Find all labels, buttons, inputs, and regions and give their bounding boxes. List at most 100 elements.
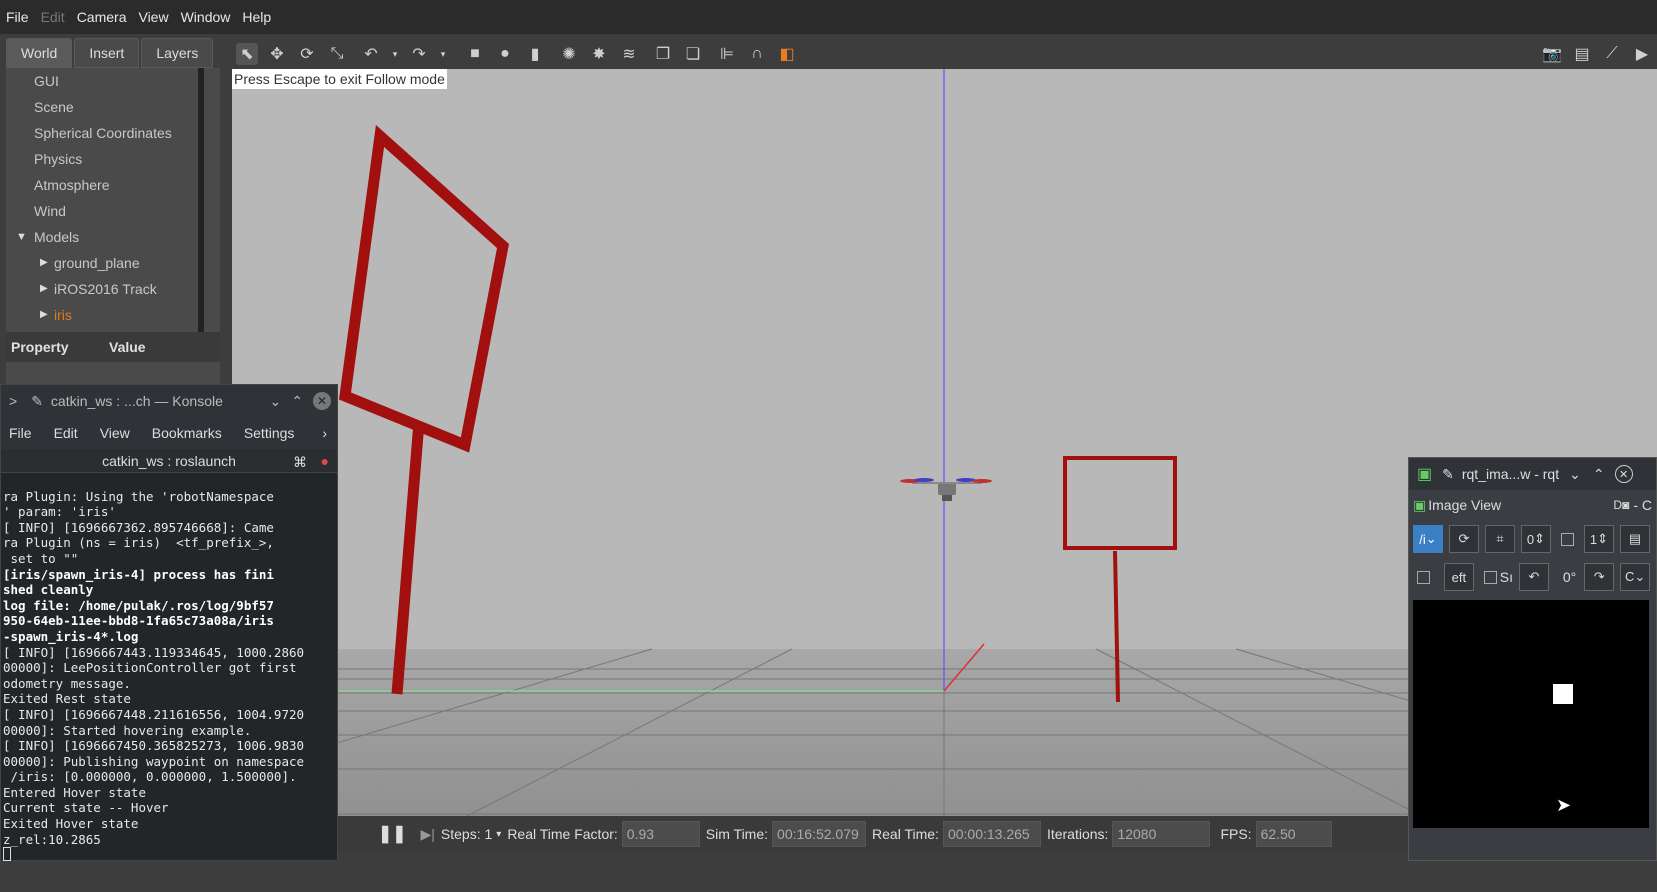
rotate-left-icon[interactable]: ↶ [1519,563,1549,591]
directional-light-icon[interactable]: ≋ [618,43,640,65]
terminal-output[interactable]: ra Plugin: Using the 'robotNamespace ' pa… [1,473,337,892]
minimize-icon[interactable]: ⌄ [270,393,282,410]
screenshot-icon[interactable]: 📷 [1541,43,1563,65]
snap-icon[interactable]: ∩ [746,43,768,65]
rotate-right-icon[interactable]: ↷ [1584,563,1615,591]
rotation-label: 0° [1562,569,1577,585]
checkbox-1[interactable] [1561,532,1574,546]
chevron-down-icon[interactable]: ▼ [16,224,27,250]
follow-mode-hint: Press Escape to exit Follow mode [232,69,447,89]
tab-layers[interactable]: Layers [141,38,214,68]
help-icon[interactable]: D◙ [1613,498,1629,512]
menubar: File Edit Camera View Window Help [0,0,1657,34]
konsole-tab[interactable]: catkin_ws : roslaunch ⌘ ● [1,449,337,473]
tree-item-scene[interactable]: Scene [6,94,220,120]
menu-view[interactable]: View [138,9,168,25]
tree-item-gui[interactable]: GUI [6,68,220,94]
translate-icon[interactable]: ✥ [266,43,288,65]
paste-icon[interactable]: ❏ [682,43,704,65]
rotate-icon[interactable]: ⟳ [296,43,318,65]
menu-file[interactable]: File [6,9,29,25]
num-spin-2[interactable]: 1 ⇕ [1584,525,1614,553]
konsole-menu-bookmarks[interactable]: Bookmarks [152,425,222,441]
konsole-menu-settings[interactable]: Settings [244,425,295,441]
menu-edit[interactable]: Edit [41,9,65,25]
color-select[interactable]: C⌄ [1620,563,1651,591]
steps-dropdown-icon[interactable]: ▾ [496,829,501,840]
tree-item-atmosphere[interactable]: Atmosphere [6,172,220,198]
tree-item-models[interactable]: ▼ Models [6,224,220,250]
video-icon[interactable]: ▶ [1631,43,1653,65]
image-view-controls-1: /i ⌄ ⟳ ⌗ 0 ⇕ 1 ⇕ ▤ [1409,520,1656,558]
topic-select[interactable]: /i ⌄ [1413,525,1443,553]
redo-dropdown-icon[interactable]: ▾ [438,43,448,65]
spot-light-icon[interactable]: ✸ [588,43,610,65]
rqt-titlebar[interactable]: ▣ ✎ rqt_ima...w - rqt ⌄ ⌃ ✕ [1409,458,1656,490]
tree-item-iris[interactable]: ▶ iris [6,302,220,328]
chevron-right-icon[interactable]: › [322,425,327,441]
refresh-icon[interactable]: ⟳ [1449,525,1479,553]
step-icon[interactable]: ▶| [421,826,435,843]
box-icon[interactable]: ■ [464,43,486,65]
konsole-menu-file[interactable]: File [9,425,32,441]
zoom-fit-icon[interactable]: ⌗ [1485,525,1515,553]
pin-icon[interactable]: ✎ [1442,466,1454,483]
cylinder-icon[interactable]: ▮ [524,43,546,65]
chevron-right-icon[interactable]: ▶ [40,250,48,276]
tree-item-spherical[interactable]: Spherical Coordinates [6,120,220,146]
konsole-menubar: File Edit View Bookmarks Settings › [1,417,337,449]
konsole-title: catkin_ws : ...ch — Konsole [50,393,223,409]
view-angle-icon[interactable]: ◧ [776,43,798,65]
close-icon[interactable]: ✕ [313,392,331,410]
chevron-right-icon[interactable]: ▶ [40,302,48,328]
image-display[interactable]: ➤ [1413,600,1649,828]
image-view-header: ▣ Image View D◙ - C [1409,490,1656,520]
tab-close-icon[interactable]: ● [321,449,329,473]
select-icon[interactable]: ⬉ [236,43,258,65]
tab-insert[interactable]: Insert [74,38,140,68]
menu-window[interactable]: Window [181,9,231,25]
rqt-window: ▣ ✎ rqt_ima...w - rqt ⌄ ⌃ ✕ ▣ Image View… [1408,457,1657,861]
maximize-icon[interactable]: ⌃ [291,393,303,410]
tree-item-ground-plane[interactable]: ▶ ground_plane [6,250,220,276]
close-icon[interactable]: ✕ [1614,465,1633,483]
tree-scrollbar[interactable] [198,68,204,332]
iterations-label: Iterations: [1046,826,1109,842]
tree-item-iros-track[interactable]: ▶ iROS2016 Track [6,276,220,302]
scale-icon[interactable]: ⤡ [326,43,348,65]
undo-dropdown-icon[interactable]: ▾ [390,43,400,65]
konsole-titlebar[interactable]: > ✎ catkin_ws : ...ch — Konsole ⌄ ⌃ ✕ [1,385,337,417]
tab-world[interactable]: World [6,38,73,68]
point-light-icon[interactable]: ✺ [558,43,580,65]
menu-help[interactable]: Help [242,9,271,25]
tree-item-physics[interactable]: Physics [6,146,220,172]
align-icon[interactable]: ⊫ [716,43,738,65]
menu-camera[interactable]: Camera [77,9,127,25]
redo-icon[interactable]: ↷ [408,43,430,65]
left-tabs: World Insert Layers [6,38,215,68]
tree-item-wind[interactable]: Wind [6,198,220,224]
checkbox-3[interactable] [1483,570,1497,584]
sphere-icon[interactable]: ● [494,43,516,65]
save-icon[interactable]: ▤ [1620,525,1650,553]
eft-select[interactable]: eft [1443,563,1474,591]
konsole-menu-view[interactable]: View [100,425,130,441]
cropped-label: - C [1633,497,1652,513]
maximize-icon[interactable]: ⌃ [1593,466,1605,483]
plot-icon[interactable]: ⟋ [1601,43,1623,65]
simtime-label: Sim Time: [705,826,769,842]
rqt-title: rqt_ima...w - rqt [1461,466,1560,482]
log-icon[interactable]: ▤ [1571,43,1593,65]
split-icon[interactable]: ⌘ [293,450,307,474]
undo-icon[interactable]: ↶ [360,43,382,65]
konsole-menu-edit[interactable]: Edit [54,425,78,441]
steps-label[interactable]: Steps: 1 [441,826,492,842]
minimize-icon[interactable]: ⌄ [1569,466,1581,483]
checkbox-2[interactable] [1417,570,1430,584]
chevron-right-icon[interactable]: ▶ [40,276,48,302]
num-spin-1[interactable]: 0 ⇕ [1521,525,1551,553]
copy-icon[interactable]: ❐ [652,43,674,65]
pin-icon[interactable]: ✎ [31,393,43,410]
property-column: Property [11,339,69,355]
pause-icon[interactable]: ❚❚ [378,824,407,844]
